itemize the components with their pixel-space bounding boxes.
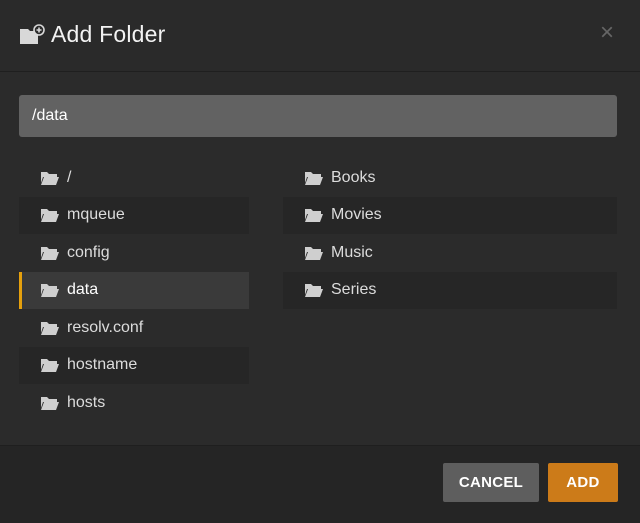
folder-item-root[interactable]: / xyxy=(19,159,249,197)
dialog-footer: CANCEL ADD xyxy=(0,445,640,523)
folder-open-icon xyxy=(41,359,59,373)
folder-item-label: hostname xyxy=(67,356,138,374)
cancel-button[interactable]: CANCEL xyxy=(443,463,539,502)
folder-item-hosts[interactable]: hosts xyxy=(19,384,249,422)
dialog-body: / mqueue config data resolv.conf hostname host… xyxy=(0,72,640,445)
folder-item-hostname[interactable]: hostname xyxy=(19,346,249,384)
folder-item-books[interactable]: Books xyxy=(283,159,617,197)
folder-item-label: / xyxy=(67,168,72,186)
folder-item-mqueue[interactable]: mqueue xyxy=(19,196,249,234)
folder-open-icon xyxy=(305,171,323,185)
folder-item-movies[interactable]: Movies xyxy=(283,196,617,234)
folder-item-data[interactable]: data xyxy=(19,271,249,309)
folder-open-icon xyxy=(41,321,59,335)
folder-item-label: Movies xyxy=(331,206,382,224)
folder-open-icon xyxy=(305,246,323,260)
folder-open-icon xyxy=(41,396,59,410)
dialog-title: Add Folder xyxy=(51,21,166,47)
folder-item-label: Series xyxy=(331,281,377,299)
dialog-header: Add Folder × xyxy=(0,0,640,72)
folder-item-label: Music xyxy=(331,243,373,261)
add-button[interactable]: ADD xyxy=(548,463,618,502)
folder-open-icon xyxy=(41,171,59,185)
folder-item-series[interactable]: Series xyxy=(283,271,617,309)
folder-open-icon xyxy=(41,246,59,260)
folder-item-label: hosts xyxy=(67,393,106,411)
folder-open-icon xyxy=(41,284,59,298)
folder-item-config[interactable]: config xyxy=(19,234,249,272)
folder-item-label: config xyxy=(67,243,110,261)
folder-item-label: Books xyxy=(331,168,376,186)
folder-open-icon xyxy=(305,209,323,223)
folder-open-icon xyxy=(41,209,59,223)
folder-item-label: resolv.conf xyxy=(67,318,144,336)
add-folder-dialog: Add Folder × / mqueue config data resolv.con… xyxy=(0,0,640,523)
path-input[interactable] xyxy=(19,95,617,137)
folder-item-label: mqueue xyxy=(67,206,125,224)
folder-add-icon xyxy=(20,24,45,44)
close-icon[interactable]: × xyxy=(596,21,618,45)
folder-item-resolv-conf[interactable]: resolv.conf xyxy=(19,309,249,347)
folder-item-label: data xyxy=(67,281,99,299)
folder-list-right: Books Movies Music Series xyxy=(283,159,617,309)
folder-item-music[interactable]: Music xyxy=(283,234,617,272)
folder-list-left: / mqueue config data resolv.conf hostname host… xyxy=(19,159,249,422)
folder-open-icon xyxy=(305,284,323,298)
